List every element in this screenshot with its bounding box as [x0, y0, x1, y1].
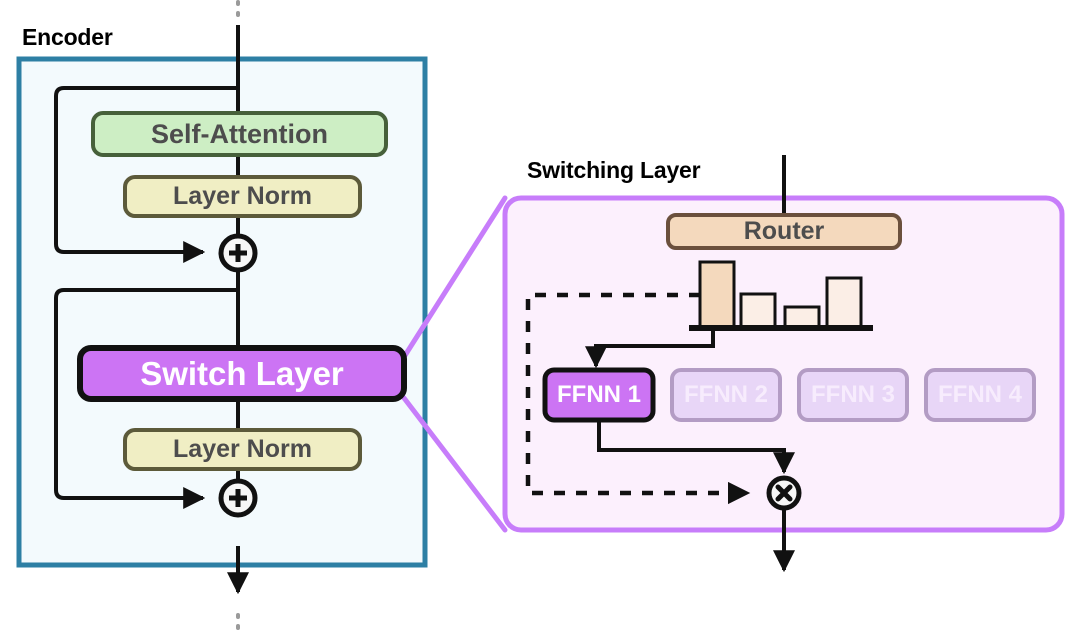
expert-box-ffnn-1[interactable]	[542, 367, 656, 423]
expert-box-ffnn-3[interactable]	[797, 368, 909, 422]
self-attention-box[interactable]	[91, 111, 388, 157]
layer-norm-bottom-box[interactable]	[123, 428, 362, 471]
diagram-graphics	[16, 0, 1065, 637]
expert-box-ffnn-2[interactable]	[670, 368, 782, 422]
diagram-canvas: Encoder Switching Layer Self-Attention L…	[0, 0, 1080, 641]
bar-ffnn-3	[783, 305, 821, 330]
bar-ffnn-2	[739, 292, 777, 330]
layer-norm-top-box[interactable]	[123, 175, 362, 218]
bar-ffnn-4	[825, 276, 863, 330]
router-box[interactable]	[666, 213, 902, 250]
expert-box-ffnn-4[interactable]	[924, 368, 1036, 422]
switch-layer-box[interactable]	[77, 345, 407, 402]
bar-ffnn-1	[698, 260, 736, 330]
